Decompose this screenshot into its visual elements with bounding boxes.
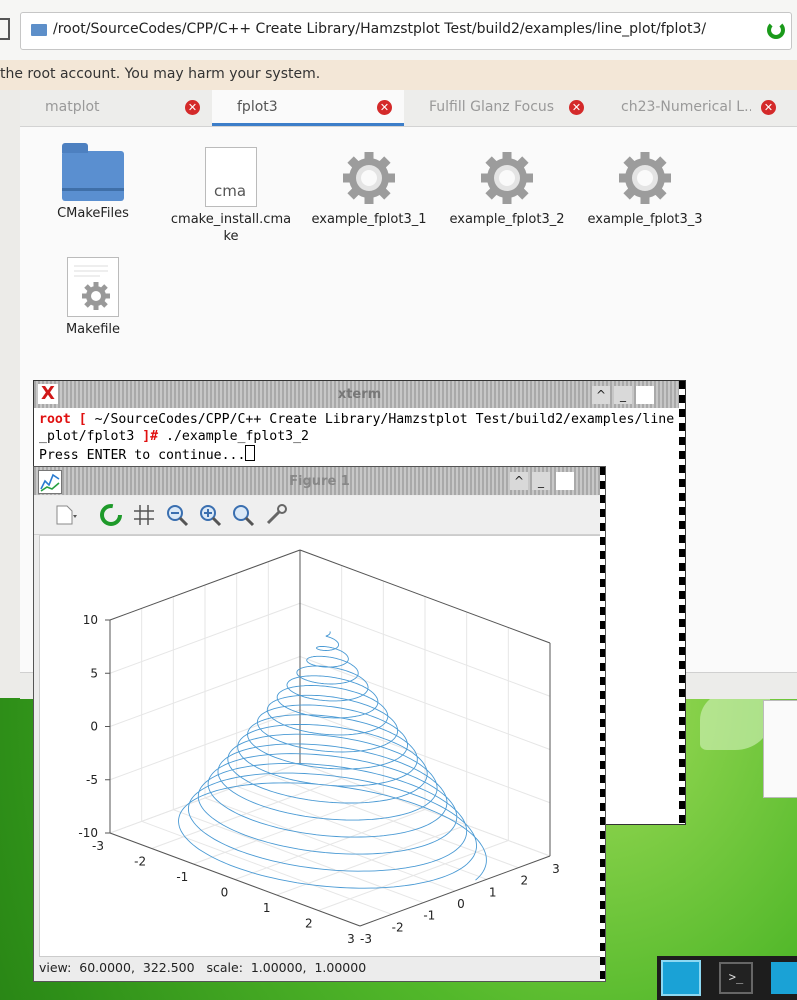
executable-gear-icon [340, 149, 398, 207]
tab-label: ch23-Numerical L... [621, 99, 751, 115]
reload-icon[interactable] [98, 502, 124, 528]
close-icon[interactable]: ✕ [761, 100, 776, 115]
zoom-in-icon[interactable] [197, 502, 223, 528]
zoom-fit-icon[interactable] [230, 502, 256, 528]
x-tick-label: -2 [134, 855, 146, 869]
file-item[interactable]: example_fplot3_2 [442, 137, 572, 228]
tab-ch23-numerical[interactable]: ch23-Numerical L... ✕ [596, 90, 788, 126]
figure-statusbar: view: 60.0000, 322.500 scale: 1.00000, 1… [39, 960, 367, 975]
folder-icon [62, 143, 124, 201]
home-icon[interactable] [0, 18, 10, 40]
location-field[interactable]: /root/SourceCodes/CPP/C++ Create Library… [20, 12, 792, 50]
maximize-button[interactable]: ^ [510, 472, 528, 490]
window-edge [600, 467, 605, 981]
terminal-message: Press ENTER to continue... [39, 448, 246, 463]
prompt-suffix: ]# [142, 429, 167, 444]
x-tick-label: 0 [221, 886, 229, 900]
close-icon[interactable]: ✕ [377, 100, 392, 115]
z-tick-label: -5 [86, 773, 98, 787]
background-window-edge[interactable] [763, 700, 797, 798]
tab-label: fplot3 [237, 99, 278, 115]
z-tick-label: -10 [78, 826, 98, 840]
helix-series-line [178, 631, 487, 889]
address-bar: /root/SourceCodes/CPP/C++ Create Library… [0, 0, 797, 61]
window-edge [679, 381, 685, 824]
file-item[interactable]: cma cmake_install.cma ke [166, 137, 296, 245]
file-label: example_fplot3_3 [587, 212, 703, 227]
thumbnail-text: cma [214, 182, 247, 200]
x-tick-label: 2 [305, 917, 313, 931]
figure-window[interactable]: Figure 1 ^ _ -10 -5 0 5 10 -3 -2 -1 0 1 2 3 -3 -2 -1 0 1… [33, 466, 606, 982]
prompt-path: ~/SourceCodes/CPP/C++ Create Library/Ham… [94, 412, 675, 427]
x-tick-label: -3 [92, 839, 104, 853]
command-text: ./example_fplot3_2 [166, 429, 309, 444]
root-warning-banner: the root account. You may harm your syst… [0, 60, 797, 90]
tab-fulfill-glanz-focus[interactable]: Fulfill Glanz Focus ✕ [404, 90, 596, 126]
tab-matplot[interactable]: matplot ✕ [20, 90, 212, 126]
file-item[interactable]: Makefile [28, 247, 158, 338]
z-tick-label: 5 [90, 666, 98, 680]
wrench-icon[interactable] [263, 502, 289, 528]
tab-bar: matplot ✕ fplot3 ✕ Fulfill Glanz Focus ✕… [20, 90, 797, 127]
tab-label: Fulfill Glanz Focus [429, 99, 555, 115]
y-tick-label: 1 [489, 885, 497, 899]
x-tick-label: -1 [176, 870, 188, 884]
sidebar[interactable] [0, 90, 21, 698]
tab-fplot3[interactable]: fplot3 ✕ [212, 90, 404, 126]
x-tick-label: 3 [347, 932, 355, 946]
file-label: CMakeFiles [57, 206, 129, 221]
tab-label: matplot [45, 99, 100, 115]
file-label: Makefile [65, 322, 121, 337]
reload-icon[interactable] [767, 21, 785, 39]
close-icon[interactable]: ✕ [185, 100, 200, 115]
terminal-output[interactable]: root [ ~/SourceCodes/CPP/C++ Create Libr… [39, 411, 679, 464]
taskbar: >_ [657, 956, 797, 1000]
file-item[interactable]: example_fplot3_1 [304, 137, 434, 228]
wallpaper-leaf [700, 690, 770, 750]
close-button[interactable] [556, 472, 574, 490]
file-manager-task[interactable] [661, 960, 701, 996]
folder-icon [31, 24, 47, 36]
y-tick-label: -2 [392, 920, 404, 934]
grid-icon[interactable] [131, 502, 157, 528]
minimize-button[interactable]: _ [614, 386, 632, 404]
y-tick-label: 3 [552, 862, 560, 876]
cmake-document-icon: cma [205, 147, 257, 207]
x-tick-label: 1 [263, 901, 271, 915]
terminal-task[interactable]: >_ [719, 962, 753, 994]
figure-titlebar[interactable]: Figure 1 ^ _ [34, 467, 605, 495]
file-label: example_fplot3_2 [449, 212, 565, 227]
maximize-button[interactable]: ^ [592, 386, 610, 404]
file-label: example_fplot3_1 [311, 212, 427, 227]
figure-toolbar [34, 496, 605, 535]
close-button[interactable] [636, 386, 654, 404]
xterm-titlebar[interactable]: X xterm ^ _ [34, 381, 685, 408]
file-item[interactable]: CMakeFiles [28, 137, 158, 222]
prompt-user: root [ [39, 412, 95, 427]
plot-canvas[interactable]: -10 -5 0 5 10 -3 -2 -1 0 1 2 3 -3 -2 -1 0 1 2 3 [39, 535, 601, 957]
y-tick-label: 0 [457, 897, 465, 911]
z-tick-label: 10 [83, 613, 98, 627]
zoom-out-icon[interactable] [164, 502, 190, 528]
executable-gear-icon [478, 149, 536, 207]
executable-gear-icon [616, 149, 674, 207]
z-tick-label: 0 [90, 720, 98, 734]
minimize-button[interactable]: _ [532, 472, 550, 490]
y-tick-label: -1 [423, 909, 435, 923]
plot-svg[interactable]: -10-50510-3-2-10123 -3-2-10123 [40, 536, 600, 956]
terminal-cursor [245, 445, 256, 461]
new-document-icon[interactable] [52, 502, 78, 528]
window-title: xterm [337, 387, 382, 402]
y-tick-label: 2 [521, 874, 529, 888]
makefile-icon [67, 257, 119, 317]
location-path[interactable]: /root/SourceCodes/CPP/C++ Create Library… [53, 21, 706, 37]
file-label: cmake_install.cma ke [170, 212, 292, 244]
y-tick-label: -3 [360, 932, 372, 946]
prompt-path-cont: _plot/fplot3 [39, 429, 143, 444]
file-item[interactable]: example_fplot3_3 [580, 137, 710, 228]
window-task[interactable] [771, 962, 797, 994]
close-icon[interactable]: ✕ [569, 100, 584, 115]
